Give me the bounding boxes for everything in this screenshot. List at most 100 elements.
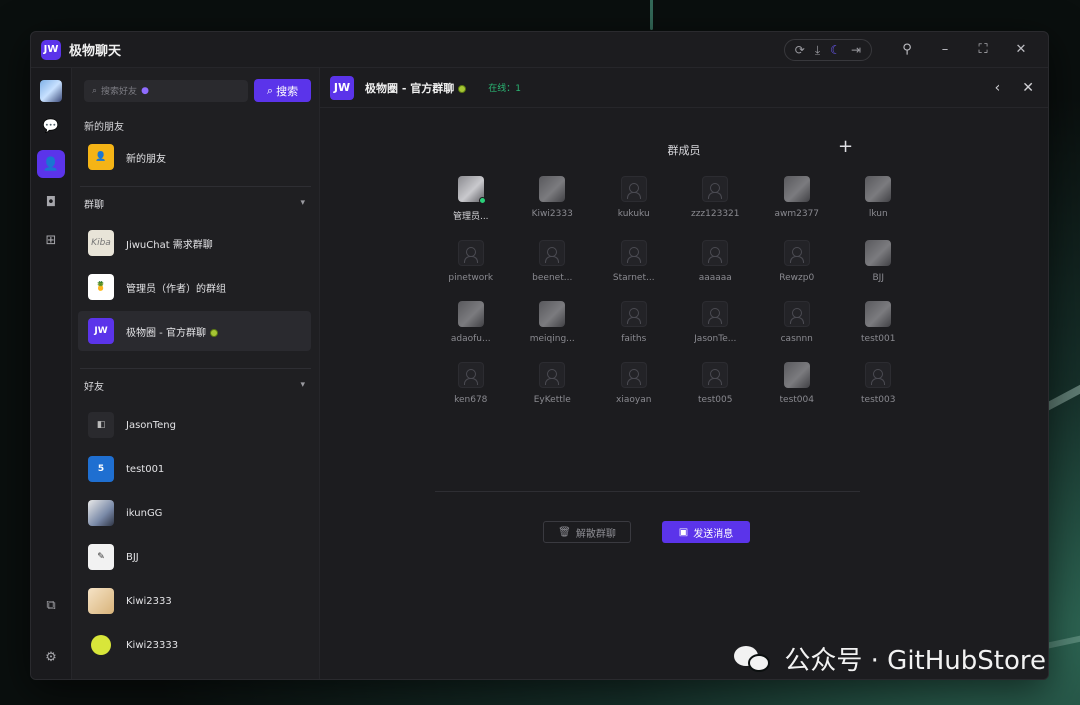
member-item[interactable]: faiths	[593, 301, 675, 344]
minimize-icon[interactable]: –	[928, 36, 962, 64]
member-avatar	[783, 176, 810, 202]
member-avatar	[865, 176, 892, 202]
member-avatar	[457, 301, 484, 327]
moon-icon[interactable]: ☾	[830, 44, 841, 56]
titlebar-tools: ⟳ ⤓ ☾ ⇥	[783, 38, 872, 61]
avatar-placeholder-icon	[620, 362, 647, 388]
contacts-icon[interactable]: 👤	[37, 150, 65, 178]
watermark: 公众号 · GitHubStore	[734, 640, 1046, 677]
send-message-button[interactable]: ▣ 发送消息	[662, 521, 750, 543]
panel-header: JW 极物圈 - 官方群聊 在线：1 ‹ ✕	[320, 68, 1048, 108]
contacts-sidebar: ⌕ 搜索好友 ● ⌕ 搜索 新的朋友 👤 新的朋友 群聊 ▾ Kiba Jiwu…	[72, 68, 320, 679]
member-item[interactable]: test003	[838, 362, 920, 405]
member-item[interactable]: meiqing...	[512, 301, 594, 344]
member-item[interactable]: adaofu...	[430, 301, 512, 344]
member-name: meiqing...	[529, 334, 575, 344]
wechat-icon	[734, 644, 774, 674]
bot-icon[interactable]: ◘	[37, 188, 65, 216]
search-button[interactable]: ⌕ 搜索	[254, 79, 311, 102]
group-title: 极物圈 - 官方群聊	[365, 81, 455, 95]
friend-avatar: 5	[88, 456, 114, 482]
member-name: pinetwork	[448, 273, 494, 283]
avatar-placeholder-icon	[620, 240, 647, 266]
member-item[interactable]: lkun	[838, 176, 920, 222]
member-item[interactable]: pinetwork	[430, 240, 512, 283]
close-icon[interactable]: ✕	[1022, 80, 1034, 96]
member-name: 管理员...	[452, 212, 489, 222]
list-item-new-friends[interactable]: 👤 新的朋友	[78, 137, 311, 177]
list-item-friend[interactable]: Kiwi2333	[78, 581, 311, 621]
list-item-friend[interactable]: 5 test001	[78, 449, 311, 489]
friend-avatar	[88, 588, 114, 614]
member-grid: 管理员... Kiwi2333 kukuku zzz123321 awm2377 lkun…	[430, 176, 919, 405]
refresh-icon[interactable]: ⟳	[795, 44, 805, 56]
member-item[interactable]: 管理员...	[430, 176, 512, 222]
members-title: 群成员	[667, 144, 701, 157]
chat-icon[interactable]: 💬	[37, 112, 65, 140]
avatar-placeholder-icon	[702, 176, 729, 202]
member-item[interactable]: kukuku	[593, 176, 675, 222]
member-item[interactable]: Starnet...	[593, 240, 675, 283]
list-item-group-active[interactable]: JW 极物圈 - 官方群聊	[78, 311, 311, 351]
member-item[interactable]: Kiwi2333	[512, 176, 594, 222]
apps-icon[interactable]: ⊞	[37, 226, 65, 254]
list-item-group[interactable]: 🍍 管理员（作者）的群组	[78, 267, 311, 307]
app-title: 极物聊天	[69, 44, 122, 59]
member-name: lkun	[868, 209, 888, 219]
member-item[interactable]: awm2377	[756, 176, 838, 222]
list-item-group[interactable]: Kiba JiwuChat 需求群聊	[78, 223, 311, 263]
avatar-placeholder-icon	[539, 240, 566, 266]
pin-icon[interactable]: ⚲	[890, 36, 924, 64]
member-name: xiaoyan	[616, 395, 652, 405]
list-item-friend[interactable]: Kiwi23333	[78, 625, 311, 665]
list-item-friend[interactable]: ikunGG	[78, 493, 311, 533]
member-item[interactable]: EyKettle	[512, 362, 594, 405]
member-item[interactable]: Rewzp0	[756, 240, 838, 283]
chevron-down-icon: ▾	[300, 198, 305, 208]
member-item[interactable]: JasonTe...	[675, 301, 757, 344]
search-input[interactable]: ⌕ 搜索好友 ●	[84, 79, 248, 102]
sparkle-icon: ●	[141, 85, 149, 96]
chevron-left-icon[interactable]: ‹	[995, 80, 1001, 96]
member-item[interactable]: test005	[675, 362, 757, 405]
search-icon: ⌕	[266, 83, 274, 97]
exit-icon[interactable]: ⇥	[851, 44, 861, 56]
member-name: casnnn	[780, 334, 813, 344]
list-item-friend[interactable]: ◧ JasonTeng	[78, 405, 311, 445]
user-avatar[interactable]	[40, 80, 62, 102]
member-item[interactable]: xiaoyan	[593, 362, 675, 405]
list-item-friend[interactable]: ✎ BJJ	[78, 537, 311, 577]
member-name: BJJ	[872, 273, 884, 283]
member-name: awm2377	[774, 209, 820, 219]
member-item[interactable]: casnnn	[756, 301, 838, 344]
member-name: aaaaaa	[698, 273, 732, 283]
member-item[interactable]: ken678	[430, 362, 512, 405]
section-groups[interactable]: 群聊 ▾	[72, 187, 319, 219]
avatar-placeholder-icon	[702, 362, 729, 388]
titlebar: JW 极物聊天 ⟳ ⤓ ☾ ⇥ ⚲ – ⛶ ✕	[31, 32, 1048, 68]
dissolve-group-button[interactable]: 🗑 解散群聊	[543, 521, 631, 543]
member-item[interactable]: aaaaaa	[675, 240, 757, 283]
member-item[interactable]: BJJ	[838, 240, 920, 283]
member-avatar	[865, 301, 892, 327]
maximize-icon[interactable]: ⛶	[966, 36, 1000, 64]
add-member-button[interactable]: +	[838, 136, 853, 157]
member-name: JasonTe...	[694, 334, 737, 344]
member-name: test004	[779, 395, 814, 405]
avatar-placeholder-icon	[702, 240, 729, 266]
download-icon[interactable]: ⤓	[815, 44, 820, 56]
avatar-placeholder-icon	[783, 301, 810, 327]
member-name: EyKettle	[533, 395, 571, 405]
member-item[interactable]: zzz123321	[675, 176, 757, 222]
section-friends[interactable]: 好友 ▾	[72, 369, 319, 401]
member-item[interactable]: test001	[838, 301, 920, 344]
divider	[435, 491, 860, 492]
member-name: faiths	[621, 334, 647, 344]
member-avatar	[457, 176, 486, 204]
member-item[interactable]: test004	[756, 362, 838, 405]
member-item[interactable]: beenet...	[512, 240, 594, 283]
close-icon[interactable]: ✕	[1004, 36, 1038, 64]
member-name: zzz123321	[690, 209, 740, 219]
device-icon[interactable]: ⧉	[37, 591, 65, 619]
settings-icon[interactable]: ⚙	[37, 643, 65, 671]
